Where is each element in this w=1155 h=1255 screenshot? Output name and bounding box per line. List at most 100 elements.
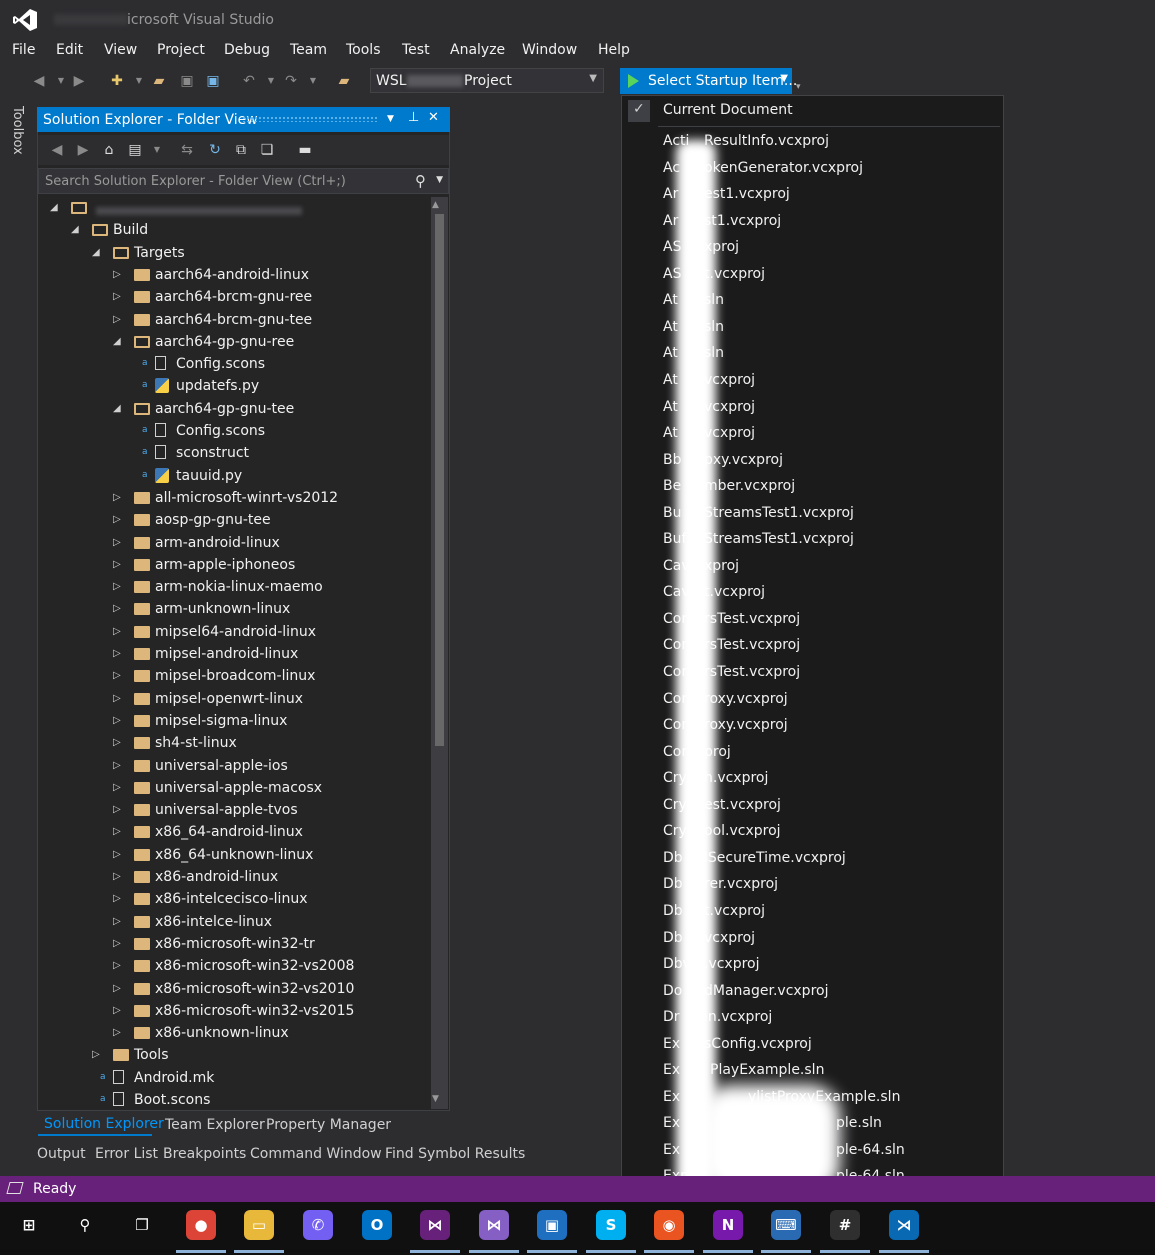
back-icon[interactable]: ◀: [48, 141, 66, 159]
tab-team-explorer[interactable]: Team Explorer: [165, 1117, 265, 1133]
save-all-icon[interactable]: ▣: [204, 72, 222, 90]
tree-item[interactable]: ▷ mipsel64-android-linux: [38, 621, 428, 643]
menu-view[interactable]: View: [104, 40, 137, 60]
dropdown-item-label[interactable]: roxy.vcxproj: [704, 717, 788, 733]
visual-studio-icon[interactable]: ⋈: [420, 1210, 450, 1240]
tree-item[interactable]: ▷ x86-intelcecisco-linux: [38, 888, 428, 910]
back-icon[interactable]: ◀: [30, 72, 48, 90]
tree-item[interactable]: ▷ x86_64-android-linux: [38, 821, 428, 843]
expand-arrow-icon[interactable]: ▷: [113, 821, 125, 843]
tab-find-symbol-results[interactable]: Find Symbol Results: [385, 1146, 525, 1162]
redo-icon[interactable]: ↷: [282, 72, 300, 90]
expand-arrow-icon[interactable]: ▷: [113, 309, 125, 331]
onenote-icon[interactable]: N: [713, 1210, 743, 1240]
collapse-arrow-icon[interactable]: ◢: [113, 331, 125, 353]
solution-explorer-search[interactable]: Search Solution Explorer - Folder View (…: [38, 168, 449, 194]
dropdown-item-label[interactable]: dManager.vcxproj: [704, 983, 828, 999]
expand-arrow-icon[interactable]: ▷: [113, 264, 125, 286]
tree-item[interactable]: ▷ aarch64-android-linux: [38, 264, 428, 286]
pin-icon[interactable]: ⊥: [408, 110, 419, 125]
dropdown-item-label[interactable]: mber.vcxproj: [704, 478, 795, 494]
refresh-icon[interactable]: ↻: [206, 141, 224, 159]
tree-item[interactable]: ◢ Targets: [38, 242, 428, 264]
tree-item[interactable]: ▷ x86-microsoft-win32-vs2008: [38, 955, 428, 977]
tree-item[interactable]: a tauuid.py: [38, 465, 428, 487]
tree-item[interactable]: ▷ aarch64-brcm-gnu-tee: [38, 309, 428, 331]
dropdown-item-label[interactable]: ResultInfo.vcxproj: [704, 133, 829, 149]
scroll-up-icon[interactable]: ▲: [432, 200, 439, 210]
tree-item[interactable]: ▷ mipsel-openwrt-linux: [38, 688, 428, 710]
tab-property-manager[interactable]: Property Manager: [266, 1117, 391, 1133]
close-icon[interactable]: ✕: [428, 110, 439, 125]
tree-item[interactable]: ▷ universal-apple-tvos: [38, 799, 428, 821]
file-explorer-icon[interactable]: ▭: [244, 1210, 274, 1240]
tree-item[interactable]: a Config.scons: [38, 420, 428, 442]
tab-error-list[interactable]: Error List: [95, 1146, 158, 1162]
tree-item[interactable]: ▷ arm-nokia-linux-maemo: [38, 576, 428, 598]
collapse-all-icon[interactable]: ⧉: [232, 141, 250, 159]
tree-item[interactable]: ▷ x86-intelce-linux: [38, 911, 428, 933]
expand-arrow-icon[interactable]: ▷: [113, 509, 125, 531]
collapse-arrow-icon[interactable]: ◢: [113, 398, 125, 420]
tree-item[interactable]: ▷ x86-microsoft-win32-vs2010: [38, 978, 428, 1000]
expand-arrow-icon[interactable]: ▷: [113, 777, 125, 799]
dropdown-item-label[interactable]: StreamsTest1.vcxproj: [704, 505, 854, 521]
dropdown-item-label[interactable]: okenGenerator.vcxproj: [704, 160, 863, 176]
remote-desktop-icon[interactable]: ⌨: [771, 1210, 801, 1240]
menu-analyze[interactable]: Analyze: [450, 40, 505, 60]
chrome-icon[interactable]: ●: [186, 1210, 216, 1240]
dropdown-item-label[interactable]: est1.vcxproj: [704, 186, 790, 202]
menu-file[interactable]: File: [12, 40, 35, 60]
tree-item[interactable]: ▷ x86-android-linux: [38, 866, 428, 888]
tree-item[interactable]: ▷ mipsel-sigma-linux: [38, 710, 428, 732]
window-position-dropdown-icon[interactable]: ▼: [387, 114, 394, 124]
expand-arrow-icon[interactable]: ▷: [113, 888, 125, 910]
tree-item[interactable]: a Android.mk: [38, 1067, 428, 1089]
show-all-files-icon[interactable]: ❏: [258, 141, 276, 159]
expand-arrow-icon[interactable]: ▷: [113, 933, 125, 955]
expand-arrow-icon[interactable]: ▷: [113, 755, 125, 777]
tree-item[interactable]: ▷ x86_64-unknown-linux: [38, 844, 428, 866]
tab-command-window[interactable]: Command Window: [250, 1146, 382, 1162]
tree-item[interactable]: ◢ aarch64-gp-gnu-ree: [38, 331, 428, 353]
viber-icon[interactable]: ✆: [303, 1210, 333, 1240]
expand-arrow-icon[interactable]: ▷: [113, 688, 125, 710]
expand-arrow-icon[interactable]: ▷: [113, 978, 125, 1000]
menu-project[interactable]: Project: [157, 40, 205, 60]
tree-item[interactable]: ▷ arm-android-linux: [38, 532, 428, 554]
ubuntu-icon[interactable]: ◉: [654, 1210, 684, 1240]
tree-item[interactable]: ▷ aosp-gp-gnu-tee: [38, 509, 428, 531]
menu-window[interactable]: Window: [522, 40, 577, 60]
scrollbar-thumb[interactable]: [435, 214, 444, 746]
expand-arrow-icon[interactable]: ▷: [113, 532, 125, 554]
expand-arrow-icon[interactable]: ▷: [92, 1044, 104, 1066]
dropdown-item-label[interactable]: rsTest.vcxproj: [704, 611, 800, 627]
task-view-icon[interactable]: ❐: [127, 1210, 157, 1240]
dropdown-item-label[interactable]: lSecureTime.vcxproj: [704, 850, 846, 866]
tree-item[interactable]: a Boot.scons: [38, 1089, 428, 1109]
tree-item[interactable]: ▷ all-microsoft-winrt-vs2012: [38, 487, 428, 509]
tree-item[interactable]: ▷ x86-unknown-linux: [38, 1022, 428, 1044]
toolbox-tab[interactable]: Toolbox: [10, 106, 25, 155]
select-startup-item-button[interactable]: Select Startup Item... ▼: [620, 68, 797, 94]
redo-dropdown-icon[interactable]: ▼: [304, 72, 322, 90]
tree-item[interactable]: ▷ Tools: [38, 1044, 428, 1066]
tree-item[interactable]: a sconstruct: [38, 442, 428, 464]
sync-icon[interactable]: ⇆: [178, 141, 196, 159]
expand-arrow-icon[interactable]: ▷: [113, 799, 125, 821]
dropdown-item-label[interactable]: StreamsTest1.vcxproj: [704, 531, 854, 547]
expand-arrow-icon[interactable]: ▷: [113, 1000, 125, 1022]
skype-icon[interactable]: S: [596, 1210, 626, 1240]
slack-icon[interactable]: #: [830, 1210, 860, 1240]
expand-arrow-icon[interactable]: ▷: [113, 621, 125, 643]
properties-icon[interactable]: ▬: [296, 141, 314, 159]
dropdown-item-label[interactable]: PlayExample.sln: [710, 1062, 824, 1078]
tree-item[interactable]: ▷ mipsel-broadcom-linux: [38, 665, 428, 687]
dropdown-item-label[interactable]: sConfig.vcxproj: [704, 1036, 812, 1052]
collapse-arrow-icon[interactable]: ◢: [71, 219, 83, 241]
tree-item[interactable]: ▷ arm-apple-iphoneos: [38, 554, 428, 576]
back-dropdown-icon[interactable]: ▼: [52, 72, 70, 90]
tree-item[interactable]: a updatefs.py: [38, 375, 428, 397]
windows-start-icon[interactable]: ⊞: [14, 1210, 44, 1240]
save-icon[interactable]: ▣: [178, 72, 196, 90]
